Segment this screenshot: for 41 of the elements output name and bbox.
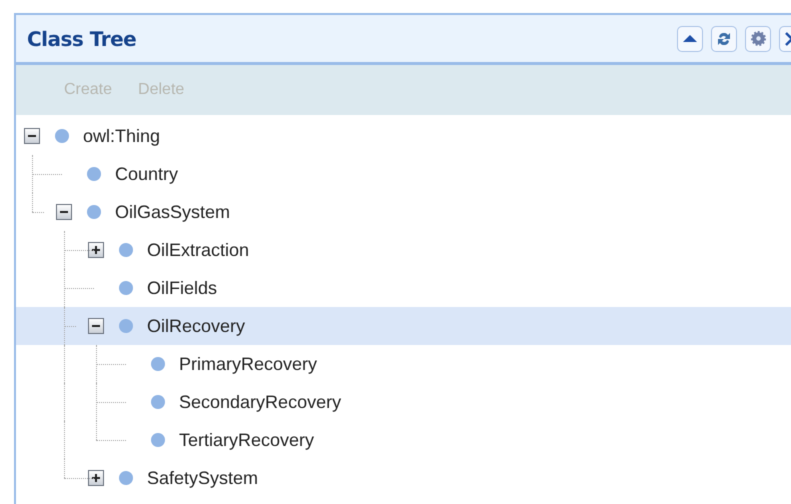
- class-icon: [151, 357, 165, 371]
- tree-row[interactable]: SafetySystem: [16, 459, 791, 497]
- tree-row[interactable]: OilExtraction: [16, 231, 791, 269]
- tree-label: OilRecovery: [147, 316, 246, 336]
- refresh-button[interactable]: [711, 26, 737, 52]
- tree-row[interactable]: SecondaryRecovery: [16, 383, 791, 421]
- collapse-icon[interactable]: [56, 204, 72, 220]
- class-icon: [119, 471, 133, 485]
- expand-icon[interactable]: [88, 470, 104, 486]
- tree-label: SecondaryRecovery: [179, 392, 342, 412]
- tree-row[interactable]: PrimaryRecovery: [16, 345, 791, 383]
- class-icon: [87, 205, 101, 219]
- class-icon: [119, 281, 133, 295]
- settings-button[interactable]: [745, 26, 771, 52]
- refresh-icon: [718, 32, 730, 44]
- tree-label: OilGasSystem: [115, 202, 230, 222]
- tree-row[interactable]: owl:Thing: [16, 117, 791, 155]
- tree-label: PrimaryRecovery: [179, 354, 318, 374]
- tree-label: TertiaryRecovery: [179, 430, 314, 450]
- collapse-button[interactable]: [677, 26, 703, 52]
- tree-row[interactable]: Country: [16, 155, 791, 193]
- tree-label: OilFields: [147, 278, 218, 298]
- tree-label: SafetySystem: [147, 468, 258, 488]
- settings-icon: [750, 31, 766, 46]
- class-icon: [151, 433, 165, 447]
- class-icon: [119, 319, 133, 333]
- tree-row[interactable]: OilRecovery: [16, 307, 791, 345]
- collapse-icon[interactable]: [24, 128, 40, 144]
- tree-row[interactable]: OilGasSystem: [16, 193, 791, 231]
- expand-icon[interactable]: [88, 242, 104, 258]
- collapse-icon: [683, 35, 697, 42]
- class-icon: [55, 129, 69, 143]
- tree-label: owl:Thing: [83, 126, 160, 146]
- tree-row[interactable]: TertiaryRecovery: [16, 421, 791, 459]
- tree-label: OilExtraction: [147, 240, 250, 260]
- class-icon: [87, 167, 101, 181]
- class-icon: [119, 243, 133, 257]
- collapse-icon[interactable]: [88, 318, 104, 334]
- class-icon: [151, 395, 165, 409]
- tree-label: Country: [115, 164, 178, 184]
- panel-title: Class Tree: [27, 26, 138, 50]
